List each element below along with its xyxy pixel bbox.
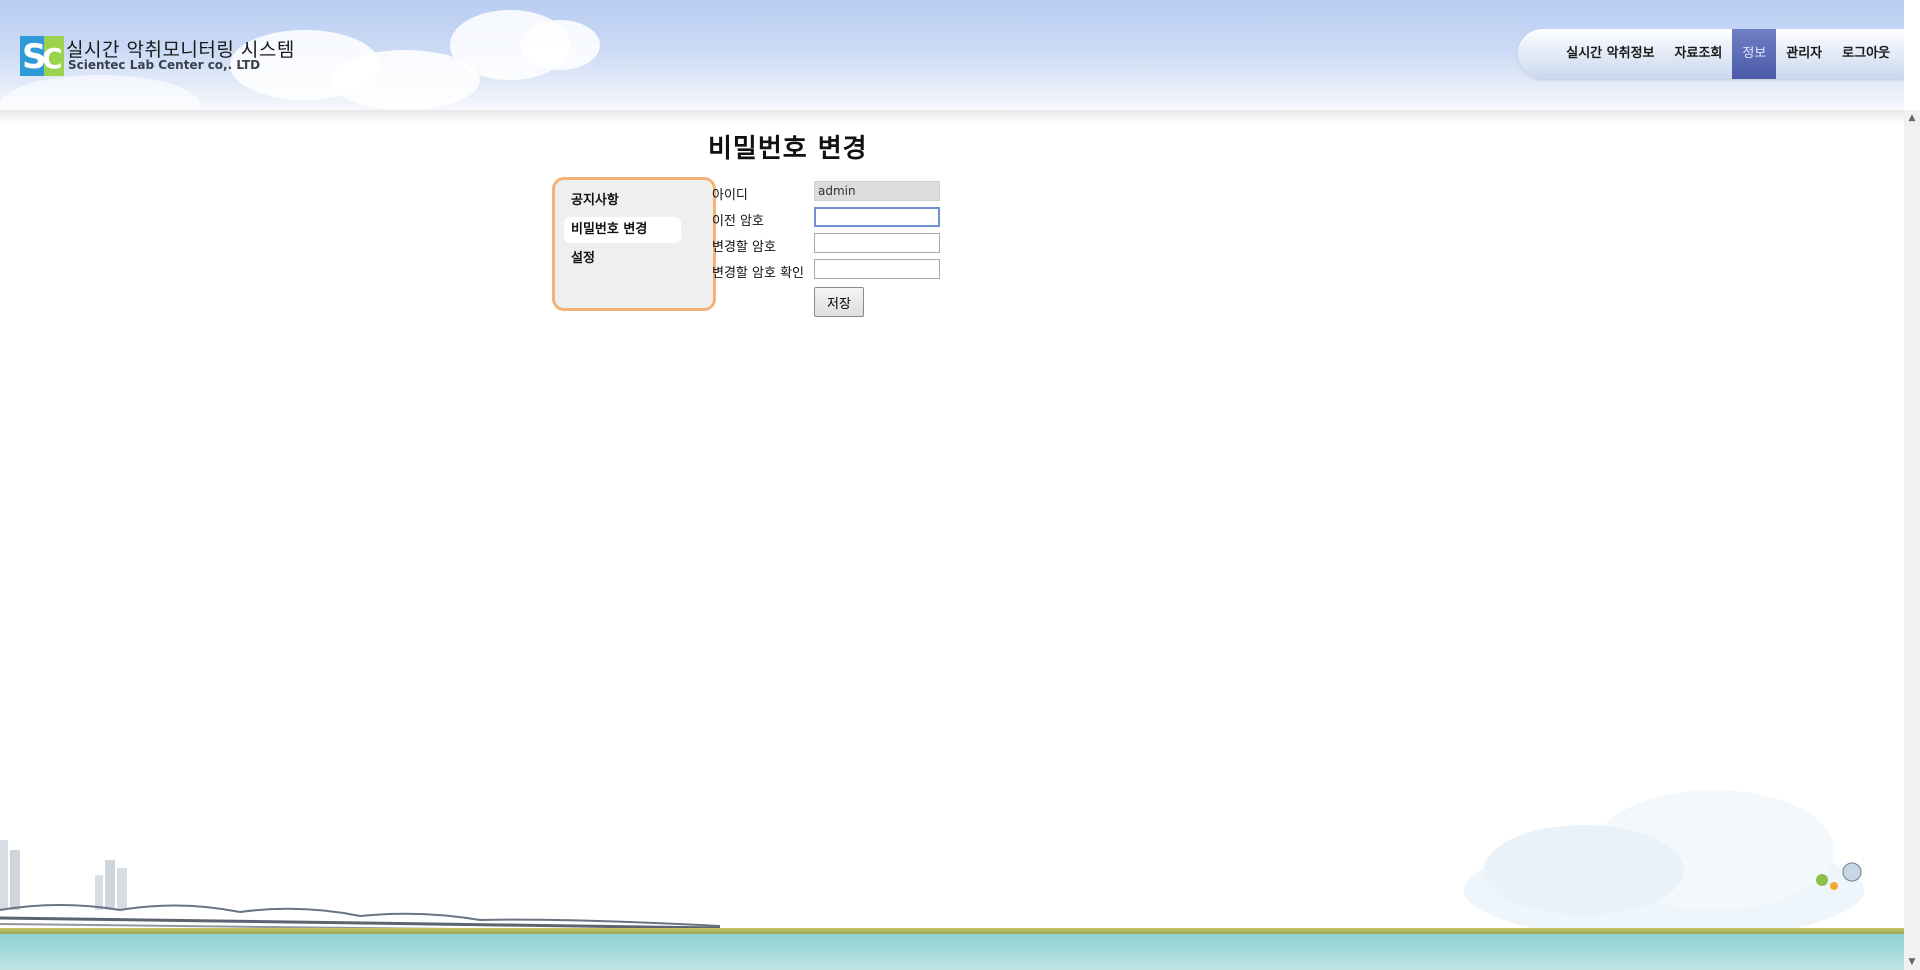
nav-item-data-search[interactable]: 자료조회 — [1665, 29, 1733, 79]
scroll-up-icon[interactable]: ▲ — [1904, 110, 1920, 126]
footer-clouds-decoration — [1464, 790, 1864, 930]
scroll-down-icon[interactable]: ▼ — [1904, 954, 1920, 970]
brand-subtitle: Scientec Lab Center co,. LTD — [68, 58, 261, 72]
page-title: 비밀번호 변경 — [708, 134, 868, 164]
confirm-password-input[interactable] — [814, 259, 940, 279]
header: S C 실시간 악취모니터링 시스템 Scientec Lab Center c… — [0, 0, 1904, 110]
old-password-label: 이전 암호 — [712, 214, 764, 229]
cloud-decoration — [520, 20, 600, 70]
river-decoration — [0, 934, 1904, 970]
save-button[interactable]: 저장 — [814, 287, 864, 317]
header-divider — [0, 110, 1904, 124]
svg-text:C: C — [42, 42, 63, 75]
cloud-decoration — [0, 75, 200, 110]
bridge-skyline-decoration — [0, 840, 720, 933]
id-field — [814, 181, 940, 201]
new-password-label: 변경할 암호 — [712, 240, 776, 255]
slc-logo-icon: S C — [20, 36, 64, 76]
side-menu: 공지사항 비밀번호 변경 설정 — [552, 177, 716, 311]
old-password-input[interactable] — [814, 207, 940, 227]
top-nav: 실시간 악취정보 자료조회 정보 관리자 로그아웃 — [1518, 29, 1904, 79]
new-password-input[interactable] — [814, 233, 940, 253]
side-menu-item-settings[interactable]: 설정 — [564, 246, 681, 272]
nav-item-logout[interactable]: 로그아웃 — [1832, 29, 1900, 79]
confirm-password-label: 변경할 암호 확인 — [712, 266, 804, 281]
side-menu-item-change-password[interactable]: 비밀번호 변경 — [564, 217, 681, 243]
side-menu-item-notice[interactable]: 공지사항 — [564, 188, 681, 214]
nav-item-admin[interactable]: 관리자 — [1776, 29, 1832, 79]
nav-item-realtime-odor-info[interactable]: 실시간 악취정보 — [1556, 29, 1664, 79]
nav-item-info[interactable]: 정보 — [1732, 29, 1777, 79]
id-label: 아이디 — [712, 188, 748, 203]
hot-air-balloons-icon — [1816, 862, 1862, 890]
vertical-scrollbar[interactable]: ▲ ▼ — [1904, 110, 1920, 970]
footer-scenery — [0, 720, 1904, 970]
